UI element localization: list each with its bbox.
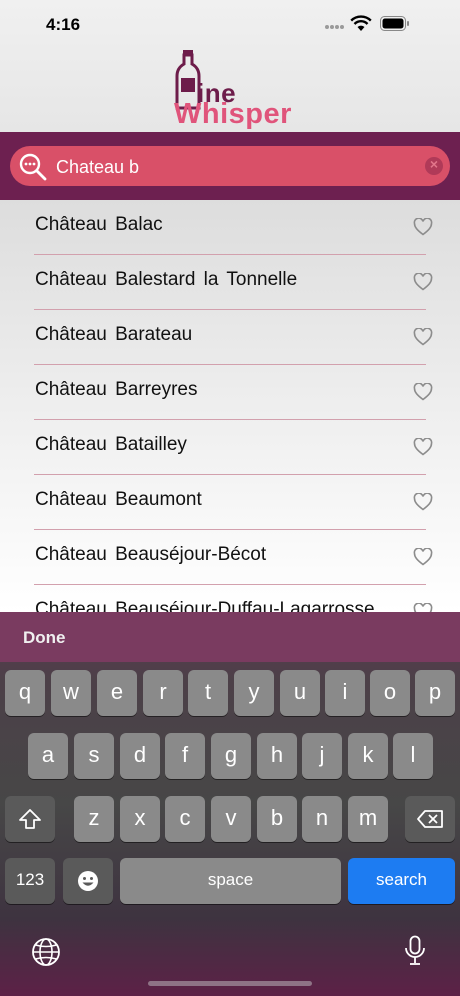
list-item[interactable]: Château Barreyres: [0, 365, 460, 420]
search-input[interactable]: [54, 152, 418, 182]
logo-text-whisper: Whisper: [174, 98, 292, 130]
globe-icon[interactable]: [31, 937, 61, 967]
heart-icon[interactable]: [413, 548, 433, 566]
key-x[interactable]: x: [120, 796, 160, 842]
key-e[interactable]: e: [97, 670, 137, 716]
shift-key[interactable]: [5, 796, 55, 842]
key-d[interactable]: d: [120, 733, 160, 779]
key-o[interactable]: o: [370, 670, 410, 716]
key-p[interactable]: p: [415, 670, 455, 716]
numbers-key[interactable]: 123: [5, 858, 55, 904]
wine-name: Château Balestard la Tonnelle: [35, 269, 298, 290]
heart-icon[interactable]: [413, 273, 433, 291]
microphone-icon[interactable]: [402, 935, 428, 967]
clear-search-button[interactable]: ×: [425, 156, 443, 175]
status-icons: [324, 15, 434, 34]
delete-key[interactable]: [405, 796, 455, 842]
key-m[interactable]: m: [348, 796, 388, 842]
key-v[interactable]: v: [211, 796, 251, 842]
list-item[interactable]: Château Beaumont: [0, 475, 460, 530]
key-k[interactable]: k: [348, 733, 388, 779]
search-field[interactable]: ×: [10, 146, 450, 186]
heart-icon[interactable]: [413, 438, 433, 456]
key-c[interactable]: c: [165, 796, 205, 842]
wine-name: Château Beauséjour-Bécot: [35, 544, 267, 565]
key-j[interactable]: j: [302, 733, 342, 779]
heart-icon[interactable]: [413, 383, 433, 401]
key-w[interactable]: w: [51, 670, 91, 716]
wine-name: Château Balac: [35, 214, 163, 235]
key-b[interactable]: b: [257, 796, 297, 842]
wine-name: Château Beauséjour-Duffau-Lagarrosse: [35, 599, 375, 612]
wine-name: Château Beaumont: [35, 489, 202, 510]
clear-icon: ×: [429, 156, 439, 172]
status-bar: 4:16: [0, 0, 460, 50]
key-f[interactable]: f: [165, 733, 205, 779]
key-t[interactable]: t: [188, 670, 228, 716]
delete-icon: [417, 810, 443, 828]
home-indicator[interactable]: [148, 981, 312, 986]
key-z[interactable]: z: [74, 796, 114, 842]
key-q[interactable]: q: [5, 670, 45, 716]
heart-icon[interactable]: [413, 328, 433, 346]
key-y[interactable]: y: [234, 670, 274, 716]
key-i[interactable]: i: [325, 670, 365, 716]
emoji-icon: [78, 871, 98, 891]
search-icon: [19, 153, 47, 181]
key-a[interactable]: a: [28, 733, 68, 779]
list-item[interactable]: Château Balestard la Tonnelle: [0, 255, 460, 310]
list-item[interactable]: Château Balac: [0, 200, 460, 255]
emoji-key[interactable]: [63, 858, 113, 904]
status-time: 4:16: [46, 15, 81, 34]
cellular-signal-icon: [325, 25, 344, 29]
list-item[interactable]: Château Beauséjour-Duffau-Lagarrosse: [0, 585, 460, 612]
wine-name: Château Barreyres: [35, 379, 198, 400]
key-r[interactable]: r: [143, 670, 183, 716]
wifi-icon: [350, 15, 372, 31]
key-g[interactable]: g: [211, 733, 251, 779]
keyboard: Done q w e r t y u i o p a s d f g h j k…: [0, 612, 460, 996]
list-item[interactable]: Château Batailley: [0, 420, 460, 475]
list-item[interactable]: Château Beauséjour-Bécot: [0, 530, 460, 585]
list-item[interactable]: Château Barateau: [0, 310, 460, 365]
search-key[interactable]: search: [348, 858, 455, 904]
key-l[interactable]: l: [393, 733, 433, 779]
wine-name: Château Barateau: [35, 324, 193, 345]
done-button[interactable]: Done: [23, 628, 66, 648]
key-u[interactable]: u: [280, 670, 320, 716]
heart-icon[interactable]: [413, 493, 433, 511]
key-n[interactable]: n: [302, 796, 342, 842]
heart-icon[interactable]: [413, 603, 433, 612]
key-s[interactable]: s: [74, 733, 114, 779]
keyboard-toolbar: Done: [0, 612, 460, 662]
battery-icon: [380, 16, 409, 31]
heart-icon[interactable]: [413, 218, 433, 236]
wine-whisper-logo: ine Whisper: [172, 48, 292, 132]
key-h[interactable]: h: [257, 733, 297, 779]
shift-icon: [19, 809, 41, 829]
results-list[interactable]: Château Balac Château Balestard la Tonne…: [0, 200, 460, 612]
wine-name: Château Batailley: [35, 434, 187, 455]
space-key[interactable]: space: [120, 858, 341, 904]
